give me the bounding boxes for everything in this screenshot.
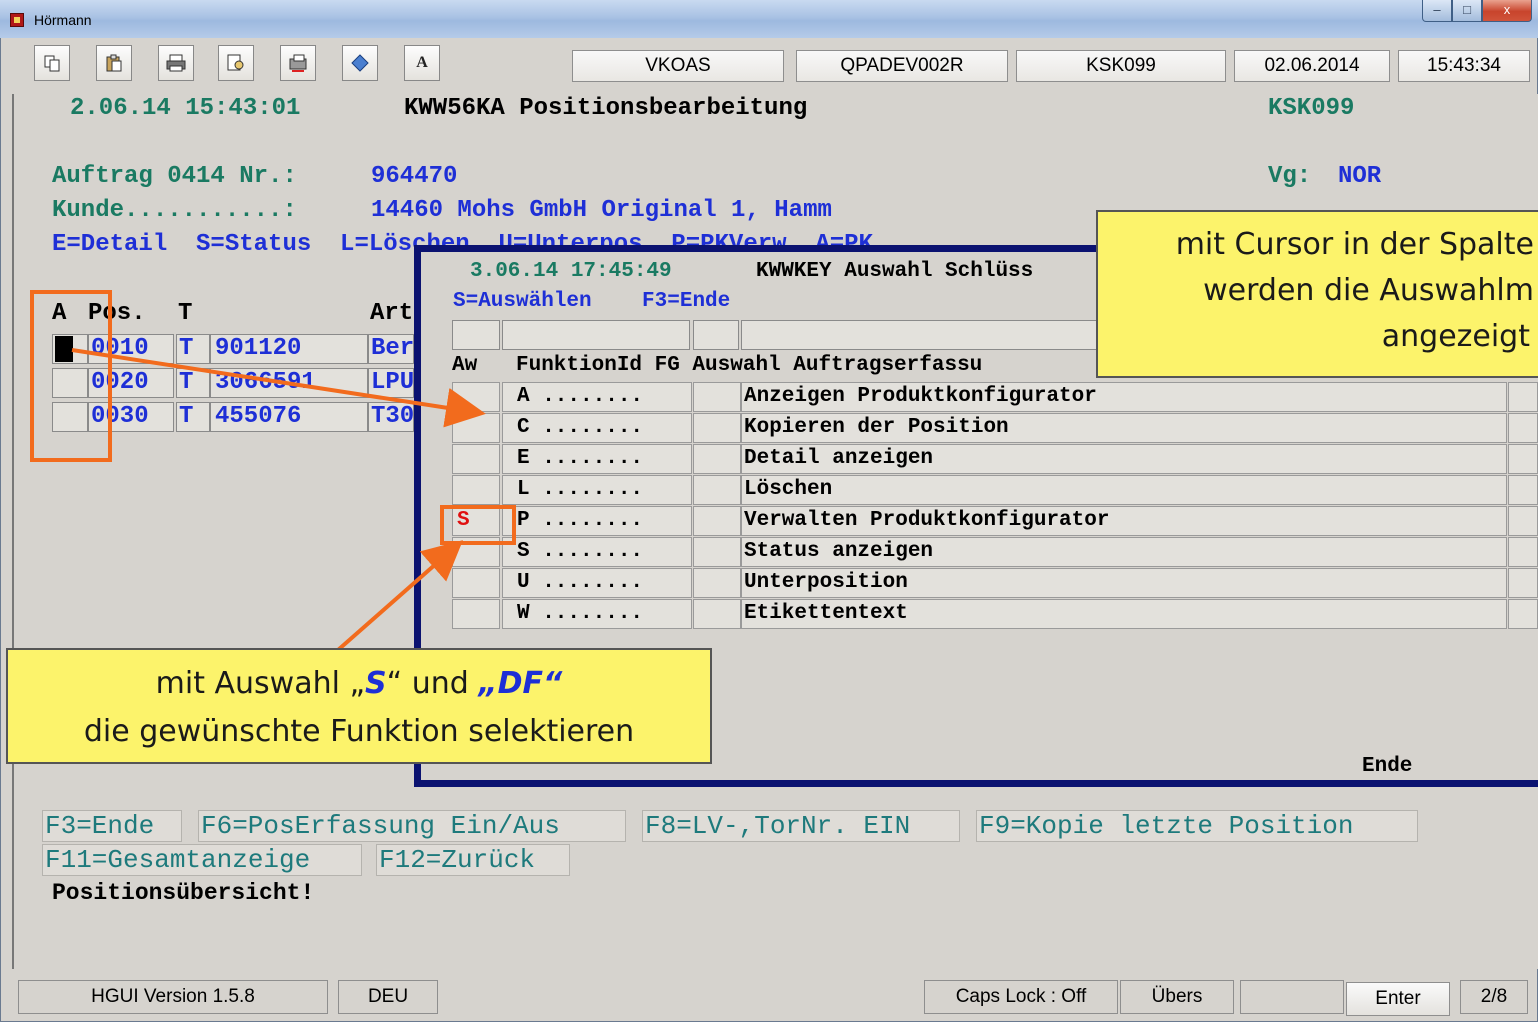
- callout-df: „DF“: [478, 666, 563, 701]
- callout-text: “ und: [386, 666, 479, 701]
- callout-top-line2: werden die Auswahlm: [1203, 273, 1534, 308]
- arrow-to-selection: [336, 540, 464, 652]
- callout-s: S: [365, 666, 387, 701]
- callout-top: mit Cursor in der Spalte werden die Ausw…: [1096, 210, 1538, 378]
- annotation-arrows: [71, 348, 486, 652]
- callout-bottom-line2: die gewünschte Funktion selektieren: [83, 714, 635, 749]
- callout-top-line3: angezeigt: [1381, 319, 1530, 354]
- callout-bottom: mit Auswahl „S“ und „DF“ die gewünschte …: [6, 648, 712, 764]
- callout-bottom-line1: mit Auswahl „S“ und „DF“: [8, 660, 710, 708]
- callout-top-line1: mit Cursor in der Spalte: [1175, 227, 1534, 262]
- arrow-to-popup: [71, 348, 486, 428]
- callout-text: mit Auswahl „: [155, 666, 366, 701]
